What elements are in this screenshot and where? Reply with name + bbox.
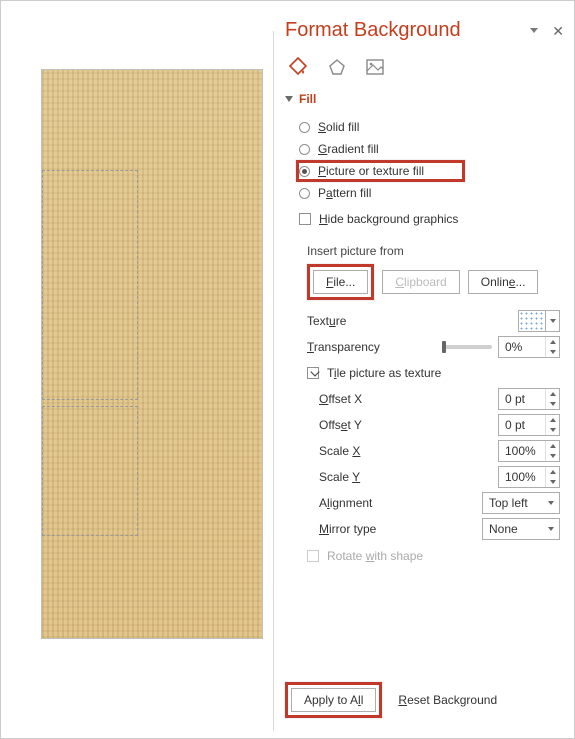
checkbox-tile-picture[interactable]: Tile picture as texture xyxy=(285,360,564,386)
collapse-icon xyxy=(285,96,293,102)
offset-x-label: Offset X xyxy=(319,392,362,406)
apply-to-all-button[interactable]: Apply to All xyxy=(291,688,376,712)
pane-divider xyxy=(273,31,274,731)
checkbox-hide-background[interactable]: Hide background graphics xyxy=(299,208,564,230)
placeholder-title[interactable] xyxy=(42,170,138,400)
mirror-label: Mirror type xyxy=(319,522,376,536)
fill-tab-icon[interactable] xyxy=(287,56,309,78)
texture-picker[interactable] xyxy=(518,310,560,332)
pane-options-dropdown[interactable] xyxy=(530,28,538,33)
file-button[interactable]: File... xyxy=(313,270,368,294)
format-background-pane: Format Background ✕ Fill Solid fill Grad… xyxy=(285,19,564,728)
alignment-label: Alignment xyxy=(319,496,372,510)
fill-section-header[interactable]: Fill xyxy=(285,92,564,112)
scale-y-spinbox[interactable]: 100% xyxy=(498,466,560,488)
mirror-combo[interactable]: None xyxy=(482,518,560,540)
picture-tab-icon[interactable] xyxy=(365,57,385,77)
alignment-combo[interactable]: Top left xyxy=(482,492,560,514)
online-button[interactable]: Online... xyxy=(468,270,539,294)
scale-y-label: Scale Y xyxy=(319,470,360,484)
slide-preview xyxy=(41,69,263,639)
radio-solid-fill[interactable]: Solid fill xyxy=(299,116,564,138)
clipboard-button: Clipboard xyxy=(382,270,459,294)
radio-pattern-fill[interactable]: Pattern fill xyxy=(299,182,564,204)
transparency-label: Transparency xyxy=(307,340,380,354)
placeholder-body[interactable] xyxy=(42,406,138,536)
radio-picture-texture-fill[interactable]: Picture or texture fill xyxy=(296,160,465,182)
insert-picture-label: Insert picture from xyxy=(285,236,564,262)
transparency-spinbox[interactable]: 0% xyxy=(498,336,560,358)
texture-label: Texture xyxy=(307,314,346,328)
checkbox-rotate-with-shape: Rotate with shape xyxy=(285,542,564,570)
close-icon[interactable]: ✕ xyxy=(552,24,564,38)
offset-x-spinbox[interactable]: 0 pt xyxy=(498,388,560,410)
radio-gradient-fill[interactable]: Gradient fill xyxy=(299,138,564,160)
offset-y-label: Offset Y xyxy=(319,418,362,432)
effects-tab-icon[interactable] xyxy=(327,57,347,77)
scale-x-label: Scale X xyxy=(319,444,360,458)
reset-background-button[interactable]: Reset Background xyxy=(394,688,501,712)
pane-title: Format Background xyxy=(285,19,461,42)
scale-x-spinbox[interactable]: 100% xyxy=(498,440,560,462)
offset-y-spinbox[interactable]: 0 pt xyxy=(498,414,560,436)
transparency-slider[interactable] xyxy=(442,345,492,349)
